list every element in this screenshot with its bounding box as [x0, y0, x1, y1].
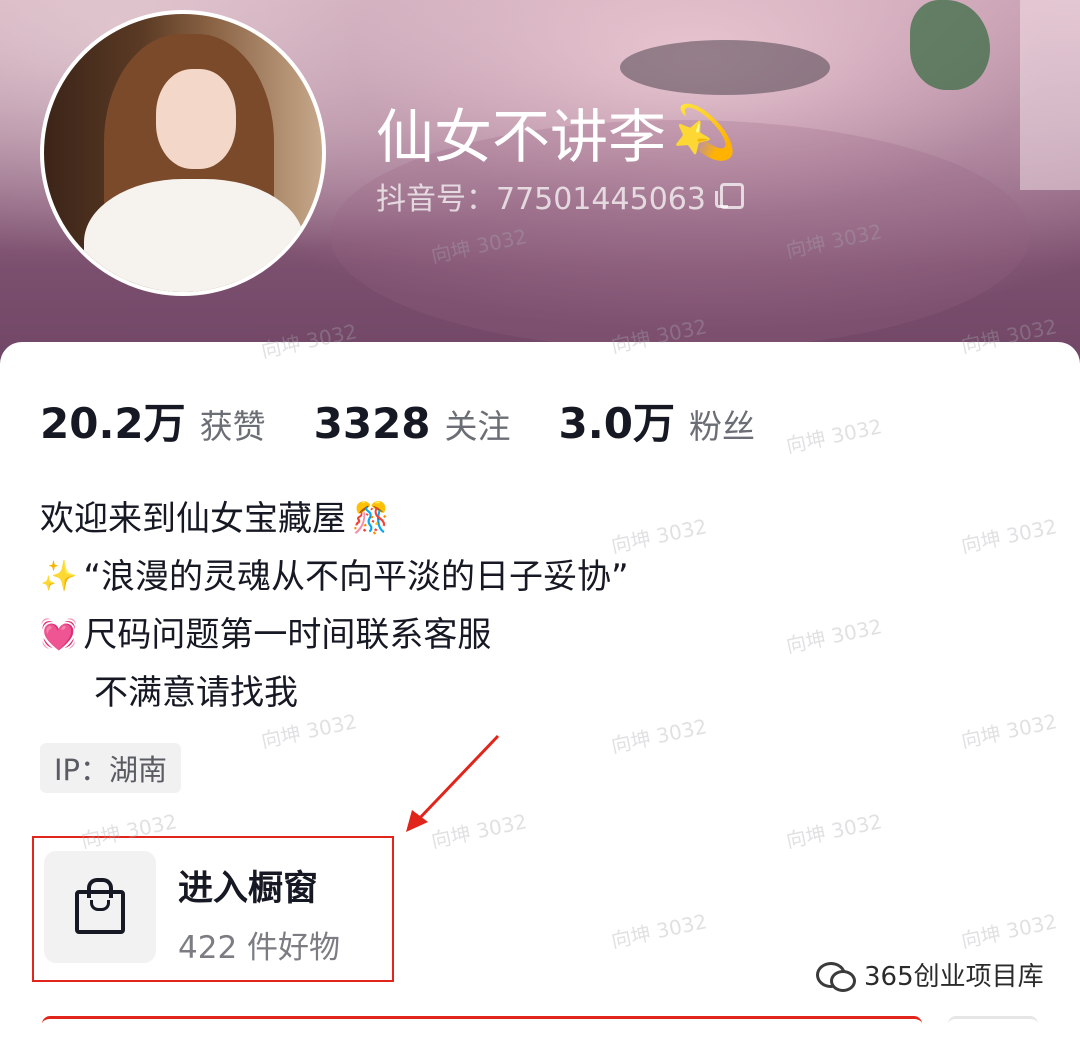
ip-location-text: IP：湖南	[54, 753, 168, 787]
stat-label: 关注	[444, 407, 511, 446]
stat-label: 获赞	[199, 407, 266, 446]
stat-likes[interactable]: 20.2万 获赞	[40, 390, 266, 451]
source-watermark-text: 365创业项目库	[864, 962, 1044, 992]
douyin-id-text: 抖音号：77501445063	[376, 182, 706, 217]
stat-value: 3328	[313, 399, 431, 448]
background-plant	[910, 0, 990, 90]
stat-value: 3.0万	[558, 399, 675, 448]
dizzy-star-icon: 💫	[672, 102, 737, 163]
douyin-id: 抖音号：77501445063	[376, 174, 744, 218]
background-window	[1020, 0, 1080, 190]
bottom-gray-button-edge[interactable]	[948, 1016, 1038, 1027]
nickname-text: 仙女不讲李	[376, 103, 667, 171]
bottom-red-button-edge[interactable]	[42, 1016, 922, 1027]
avatar-face	[156, 69, 236, 169]
avatar[interactable]	[40, 10, 326, 296]
shopping-bag-icon	[75, 878, 125, 934]
wechat-icon	[816, 960, 856, 992]
sparkles-icon: ✨	[40, 559, 78, 594]
source-watermark: 365创业项目库	[816, 956, 1044, 993]
bio-line: 💓 尺码问题第一时间联系客服	[40, 606, 629, 664]
stat-followers[interactable]: 3.0万 粉丝	[559, 390, 755, 451]
bio-text: 欢迎来到仙女宝藏屋	[40, 499, 346, 539]
avatar-shirt	[84, 179, 304, 292]
ip-location-tag: IP：湖南	[40, 743, 182, 793]
profile-bio: 欢迎来到仙女宝藏屋 🎊 ✨ “浪漫的灵魂从不向平淡的日子妥协” 💓 尺码问题第一…	[40, 490, 629, 722]
bio-text: 尺码问题第一时间联系客服	[83, 615, 492, 655]
stat-value: 20.2万	[40, 399, 186, 448]
shop-window-entry[interactable]: 进入橱窗 422 件好物	[32, 836, 394, 982]
bio-line: ✨ “浪漫的灵魂从不向平淡的日子妥协”	[40, 548, 629, 606]
background-table	[620, 40, 830, 95]
copy-icon[interactable]	[714, 183, 744, 209]
profile-nickname: 仙女不讲李 💫	[376, 90, 737, 174]
stat-label: 粉丝	[688, 407, 755, 446]
bio-line: 欢迎来到仙女宝藏屋 🎊	[40, 490, 629, 548]
beating-heart-icon: 💓	[40, 617, 78, 652]
stat-following[interactable]: 3328 关注	[314, 399, 511, 448]
confetti-icon: 🎊	[352, 501, 390, 536]
shop-item-count: 422 件好物	[178, 930, 341, 966]
bio-text: 不满意请找我	[94, 673, 298, 713]
shop-title: 进入橱窗	[178, 869, 319, 909]
shop-icon-container	[44, 851, 156, 963]
bio-text: “浪漫的灵魂从不向平淡的日子妥协”	[83, 557, 629, 597]
profile-stats: 20.2万 获赞 3328 关注 3.0万 粉丝	[40, 390, 803, 451]
